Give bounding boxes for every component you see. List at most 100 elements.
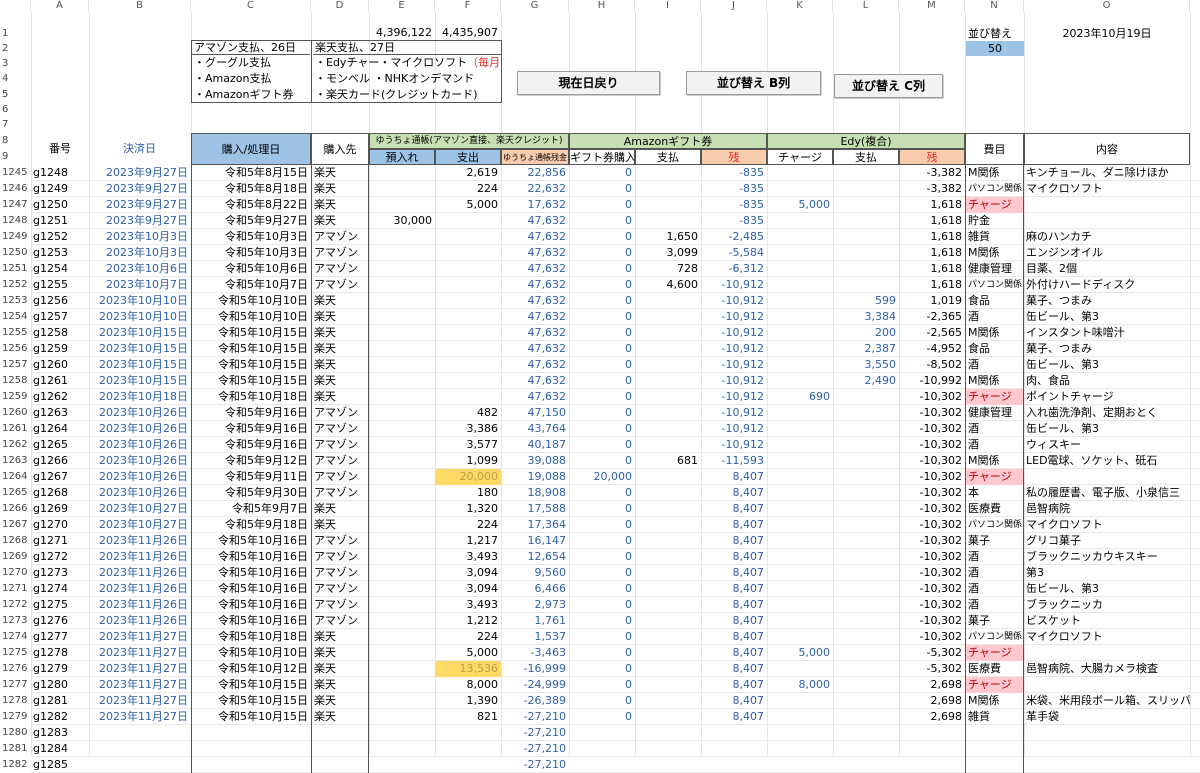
cell-m[interactable]: -10,302 xyxy=(899,469,965,485)
row-header[interactable]: 1275 xyxy=(0,645,31,661)
cell-d[interactable]: 楽天 xyxy=(311,293,369,309)
cell-l[interactable] xyxy=(833,693,899,709)
column-header-l[interactable]: L xyxy=(833,0,899,12)
cell-i[interactable] xyxy=(635,709,701,725)
cell-l[interactable] xyxy=(833,165,899,181)
cell-b[interactable]: 2023年10月10日 xyxy=(89,293,191,309)
cell-j[interactable]: -11,593 xyxy=(701,453,767,469)
cell-c[interactable]: 令和5年10月16日 xyxy=(191,549,311,565)
cell-a[interactable]: g1268 xyxy=(31,485,89,501)
cell-a[interactable]: g1255 xyxy=(31,277,89,293)
cell-g[interactable]: 16,147 xyxy=(501,533,569,549)
cell-e[interactable] xyxy=(369,725,435,741)
cell-b[interactable]: 2023年11月27日 xyxy=(89,693,191,709)
row-header[interactable]: 1251 xyxy=(0,261,31,277)
cell-a[interactable]: g1277 xyxy=(31,629,89,645)
cell-d[interactable] xyxy=(311,757,369,773)
cell-c[interactable]: 令和5年9月16日 xyxy=(191,405,311,421)
cell-j[interactable]: -835 xyxy=(701,213,767,229)
cell-d[interactable]: 楽天 xyxy=(311,165,369,181)
cell-e[interactable] xyxy=(369,165,435,181)
cell-b[interactable]: 2023年10月26日 xyxy=(89,437,191,453)
cell-d[interactable]: 楽天 xyxy=(311,389,369,405)
cell-o[interactable]: 目薬、2個 xyxy=(1024,261,1190,277)
cell-c[interactable]: 令和5年10月16日 xyxy=(191,565,311,581)
column-header-j[interactable]: J xyxy=(701,0,767,12)
cell-o[interactable]: 第3 xyxy=(1024,565,1190,581)
cell-b[interactable]: 2023年10月3日 xyxy=(89,245,191,261)
cell-e[interactable] xyxy=(369,645,435,661)
cell-a[interactable]: g1266 xyxy=(31,453,89,469)
cell-i[interactable] xyxy=(635,325,701,341)
cell-k[interactable] xyxy=(767,293,833,309)
cell-n[interactable]: チャージ xyxy=(965,197,1024,213)
cell-h[interactable]: 0 xyxy=(569,597,635,613)
cell-a[interactable]: g1269 xyxy=(31,501,89,517)
cell-d[interactable]: 楽天 xyxy=(311,677,369,693)
cell-f[interactable] xyxy=(435,757,501,773)
row-header[interactable]: 1276 xyxy=(0,661,31,677)
cell-n[interactable]: チャージ xyxy=(965,469,1024,485)
cell-a[interactable]: g1258 xyxy=(31,325,89,341)
cell-n[interactable]: 医療費 xyxy=(965,501,1024,517)
cell-b[interactable]: 2023年10月15日 xyxy=(89,373,191,389)
cell-d[interactable]: 楽天 xyxy=(311,181,369,197)
cell-h[interactable]: 0 xyxy=(569,485,635,501)
cell-a[interactable]: g1257 xyxy=(31,309,89,325)
cell-d[interactable]: 楽天 xyxy=(311,693,369,709)
cell-f[interactable] xyxy=(435,341,501,357)
cell-m[interactable]: -10,302 xyxy=(899,597,965,613)
row-header[interactable]: 1271 xyxy=(0,581,31,597)
cell-h[interactable]: 0 xyxy=(569,661,635,677)
cell-n[interactable]: 健康管理 xyxy=(965,261,1024,277)
cell-d[interactable]: アマゾン xyxy=(311,229,369,245)
cell-e[interactable] xyxy=(369,405,435,421)
cell-h[interactable]: 0 xyxy=(569,181,635,197)
cell-d[interactable]: アマゾン xyxy=(311,533,369,549)
cell-m[interactable]: -4,952 xyxy=(899,341,965,357)
cell-f[interactable]: 1,099 xyxy=(435,453,501,469)
cell-b[interactable]: 2023年11月27日 xyxy=(89,677,191,693)
cell-o[interactable]: 邑智病院、大腸カメラ検査 xyxy=(1024,661,1190,677)
row-header[interactable]: 1262 xyxy=(0,437,31,453)
cell-e[interactable] xyxy=(369,341,435,357)
cell-i[interactable] xyxy=(635,485,701,501)
cell-d[interactable]: アマゾン xyxy=(311,453,369,469)
sort-c-button[interactable]: 並び替え C列 xyxy=(834,74,943,98)
cell-g[interactable]: -16,999 xyxy=(501,661,569,677)
cell-g[interactable]: -27,210 xyxy=(501,725,569,741)
row-header[interactable]: 9 xyxy=(0,149,31,164)
cell-i[interactable] xyxy=(635,421,701,437)
cell-m[interactable]: -10,302 xyxy=(899,629,965,645)
cell-a[interactable]: g1265 xyxy=(31,437,89,453)
cell-f[interactable]: 224 xyxy=(435,629,501,645)
cell-i[interactable] xyxy=(635,357,701,373)
cell-a[interactable]: g1264 xyxy=(31,421,89,437)
cell-c[interactable]: 令和5年9月7日 xyxy=(191,501,311,517)
cell-k[interactable] xyxy=(767,693,833,709)
cell-d[interactable]: 楽天 xyxy=(311,501,369,517)
cell-n[interactable]: 酒 xyxy=(965,565,1024,581)
cell-n[interactable]: 酒 xyxy=(965,581,1024,597)
cell-h[interactable]: 0 xyxy=(569,229,635,245)
cell-h[interactable]: 0 xyxy=(569,581,635,597)
cell-e[interactable] xyxy=(369,677,435,693)
cell-m[interactable]: 1,618 xyxy=(899,229,965,245)
cell-o[interactable]: 入れ歯洗浄剤、定期おとく xyxy=(1024,405,1190,421)
cell-k[interactable] xyxy=(767,437,833,453)
cell-h[interactable]: 0 xyxy=(569,645,635,661)
cell-f[interactable] xyxy=(435,325,501,341)
cell-j[interactable]: 8,407 xyxy=(701,613,767,629)
cell-e[interactable] xyxy=(369,693,435,709)
cell-o[interactable] xyxy=(1024,725,1190,741)
row-header[interactable]: 3 xyxy=(0,56,31,71)
cell-a[interactable]: g1259 xyxy=(31,341,89,357)
cell-c[interactable]: 令和5年9月16日 xyxy=(191,421,311,437)
cell-j[interactable]: -2,485 xyxy=(701,229,767,245)
cell-k[interactable] xyxy=(767,533,833,549)
cell-j[interactable]: -10,912 xyxy=(701,373,767,389)
cell-a[interactable]: g1251 xyxy=(31,213,89,229)
column-header-o[interactable]: O xyxy=(1024,0,1190,12)
cell-h[interactable]: 0 xyxy=(569,389,635,405)
cell-h[interactable]: 0 xyxy=(569,405,635,421)
